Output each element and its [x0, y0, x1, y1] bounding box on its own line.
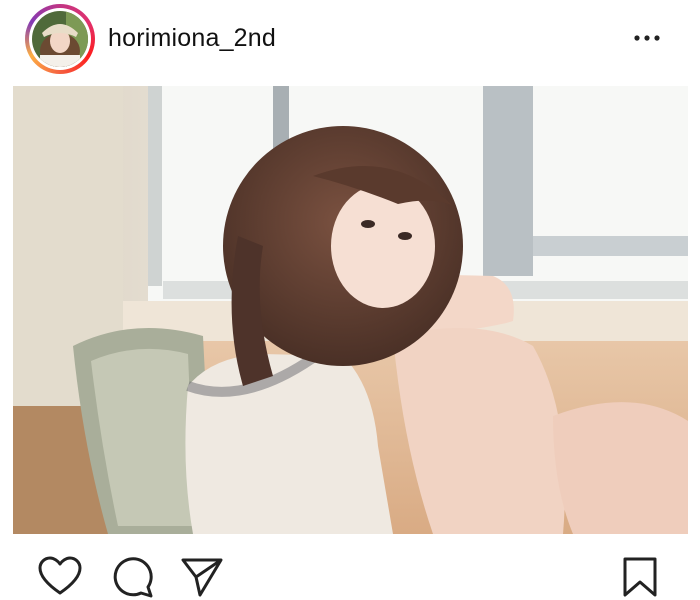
- heart-icon[interactable]: [38, 556, 82, 596]
- post-actions: [0, 540, 700, 600]
- photo-image: [13, 86, 688, 534]
- avatar[interactable]: [29, 8, 91, 70]
- bookmark-icon[interactable]: [622, 556, 658, 598]
- post-photo[interactable]: [13, 86, 688, 534]
- comment-bubble-icon[interactable]: [110, 556, 154, 598]
- send-paper-plane-icon[interactable]: [180, 556, 224, 598]
- story-ring[interactable]: [25, 4, 95, 74]
- avatar-image: [32, 11, 88, 67]
- post-header: horimiona_2nd: [0, 0, 700, 78]
- more-horizontal-icon[interactable]: [631, 28, 663, 48]
- username[interactable]: horimiona_2nd: [108, 24, 276, 53]
